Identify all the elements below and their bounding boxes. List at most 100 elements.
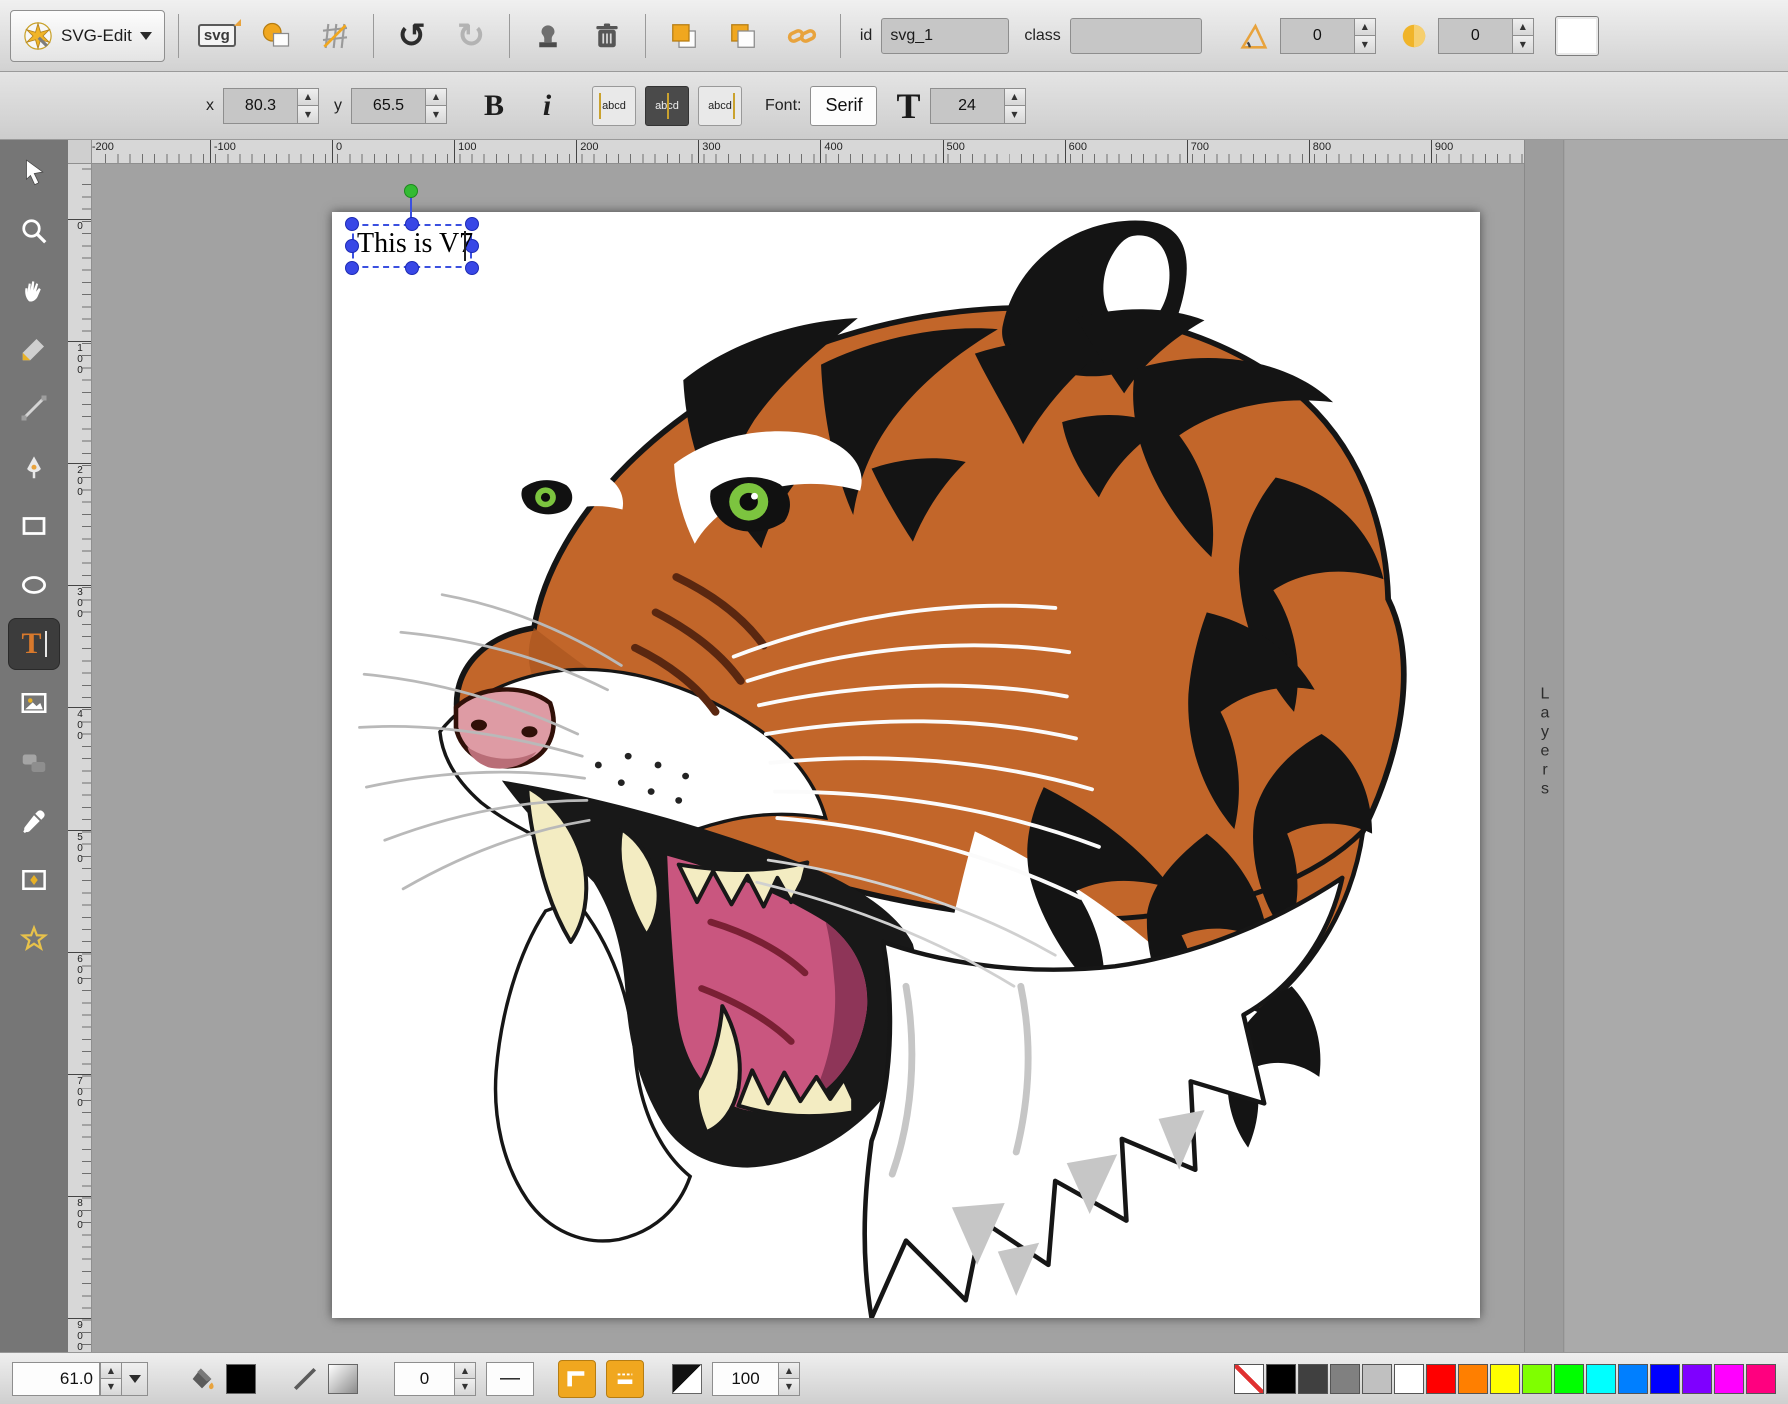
palette-swatch[interactable] xyxy=(1458,1364,1488,1394)
zoom-tool[interactable] xyxy=(8,205,60,257)
blur-input[interactable] xyxy=(1438,18,1512,54)
make-link-button[interactable] xyxy=(777,11,827,61)
star-tool[interactable] xyxy=(8,913,60,965)
class-input[interactable] xyxy=(1070,18,1202,54)
tiger-artwork[interactable] xyxy=(332,212,1480,1318)
redo-button[interactable]: ↻ xyxy=(446,11,496,61)
font-size-input[interactable] xyxy=(930,88,1004,124)
eyedropper-tool[interactable] xyxy=(8,795,60,847)
background-color-button[interactable] xyxy=(1555,16,1599,56)
ellipse-tool[interactable] xyxy=(8,559,60,611)
palette-swatch[interactable] xyxy=(1714,1364,1744,1394)
opacity-input[interactable] xyxy=(712,1362,778,1396)
document-properties-button[interactable] xyxy=(251,11,301,61)
spinner-down-icon[interactable] xyxy=(778,1379,800,1396)
text-anchor-start-button[interactable]: abcd xyxy=(592,86,636,126)
spinner-up-icon[interactable] xyxy=(454,1362,476,1380)
main-menu-label: SVG-Edit xyxy=(61,26,132,46)
svg-canvas[interactable] xyxy=(332,212,1480,1318)
v-ruler-label: 6 0 0 xyxy=(68,952,92,987)
angle-icon xyxy=(1237,19,1271,53)
text-tool[interactable]: T xyxy=(8,618,60,670)
rect-tool[interactable] xyxy=(8,500,60,552)
move-to-top-button[interactable] xyxy=(659,11,709,61)
y-input[interactable] xyxy=(351,88,425,124)
spinner-up-icon[interactable] xyxy=(425,88,447,107)
spinner-down-icon[interactable] xyxy=(1512,36,1534,54)
selection-handle-sw[interactable] xyxy=(345,261,359,275)
path-tool[interactable] xyxy=(8,441,60,493)
stroke-width-input[interactable] xyxy=(394,1362,454,1396)
font-family-button[interactable]: Serif xyxy=(810,86,877,126)
palette-swatch[interactable] xyxy=(1298,1364,1328,1394)
ruler-corner xyxy=(68,140,92,164)
palette-swatch[interactable] xyxy=(1554,1364,1584,1394)
italic-button[interactable]: i xyxy=(525,84,569,128)
linejoin-button[interactable] xyxy=(558,1360,596,1398)
id-input[interactable] xyxy=(881,18,1009,54)
palette-swatch[interactable] xyxy=(1586,1364,1616,1394)
main-menu-button[interactable]: SVG-Edit xyxy=(10,10,165,62)
palette-swatch[interactable] xyxy=(1266,1364,1296,1394)
undo-button[interactable]: ↺ xyxy=(387,11,437,61)
select-tool[interactable] xyxy=(8,146,60,198)
shape-library-tool[interactable] xyxy=(8,854,60,906)
delete-button[interactable] xyxy=(582,11,632,61)
linecap-button[interactable] xyxy=(606,1360,644,1398)
connector-tool[interactable] xyxy=(8,736,60,788)
stroke-color-swatch[interactable] xyxy=(328,1364,358,1394)
pan-tool[interactable] xyxy=(8,264,60,316)
angle-input[interactable] xyxy=(1280,18,1354,54)
palette-swatch[interactable] xyxy=(1522,1364,1552,1394)
star-icon xyxy=(19,924,49,954)
image-tool[interactable] xyxy=(8,677,60,729)
stroke-dash-select[interactable]: — xyxy=(486,1362,534,1396)
editor-preferences-button[interactable] xyxy=(310,11,360,61)
spinner-down-icon[interactable] xyxy=(1354,36,1376,54)
spinner-up-icon[interactable] xyxy=(1512,18,1534,37)
palette-swatch[interactable] xyxy=(1330,1364,1360,1394)
layers-panel xyxy=(1565,140,1788,1352)
palette-swatch[interactable] xyxy=(1650,1364,1680,1394)
spinner-up-icon[interactable] xyxy=(1004,88,1026,107)
clone-button[interactable] xyxy=(523,11,573,61)
line-tool[interactable] xyxy=(8,382,60,434)
zoom-spinner-down-icon[interactable] xyxy=(100,1379,122,1396)
spinner-down-icon[interactable] xyxy=(297,106,319,124)
selection-handle-se[interactable] xyxy=(465,261,479,275)
selection-handle-s[interactable] xyxy=(405,261,419,275)
spinner-down-icon[interactable] xyxy=(454,1379,476,1396)
palette-swatch[interactable] xyxy=(1394,1364,1424,1394)
text-tool-icon: T xyxy=(21,629,41,659)
h-ruler-label: 0 xyxy=(332,140,342,164)
palette-swatch[interactable] xyxy=(1682,1364,1712,1394)
opacity-group xyxy=(712,1362,800,1396)
pen-nib-icon xyxy=(19,452,49,482)
spinner-up-icon[interactable] xyxy=(297,88,319,107)
zoom-dropdown-button[interactable] xyxy=(122,1362,148,1396)
spinner-up-icon[interactable] xyxy=(778,1362,800,1380)
spinner-up-icon[interactable] xyxy=(1354,18,1376,37)
spinner-down-icon[interactable] xyxy=(425,106,447,124)
source-editor-button[interactable]: svg xyxy=(192,11,242,61)
bold-button[interactable]: B xyxy=(472,84,516,128)
palette-swatch[interactable] xyxy=(1746,1364,1776,1394)
layers-tab[interactable]: L a y e r s xyxy=(1524,140,1564,1352)
spinner-down-icon[interactable] xyxy=(1004,106,1026,124)
palette-swatch[interactable] xyxy=(1618,1364,1648,1394)
text-anchor-middle-button[interactable]: abcd xyxy=(645,86,689,126)
line-icon xyxy=(19,393,49,423)
zoom-spinner-up-icon[interactable] xyxy=(100,1362,122,1380)
palette-swatch-none[interactable] xyxy=(1234,1364,1264,1394)
zoom-input[interactable] xyxy=(12,1362,100,1396)
fill-color-swatch[interactable] xyxy=(226,1364,256,1394)
canvas-text-element[interactable]: This is V7 xyxy=(357,228,473,260)
move-to-bottom-button[interactable] xyxy=(718,11,768,61)
x-input[interactable] xyxy=(223,88,297,124)
selection-rotate-handle[interactable] xyxy=(404,184,418,198)
palette-swatch[interactable] xyxy=(1426,1364,1456,1394)
palette-swatch[interactable] xyxy=(1362,1364,1392,1394)
text-anchor-end-button[interactable]: abcd xyxy=(698,86,742,126)
pencil-tool[interactable] xyxy=(8,323,60,375)
palette-swatch[interactable] xyxy=(1490,1364,1520,1394)
